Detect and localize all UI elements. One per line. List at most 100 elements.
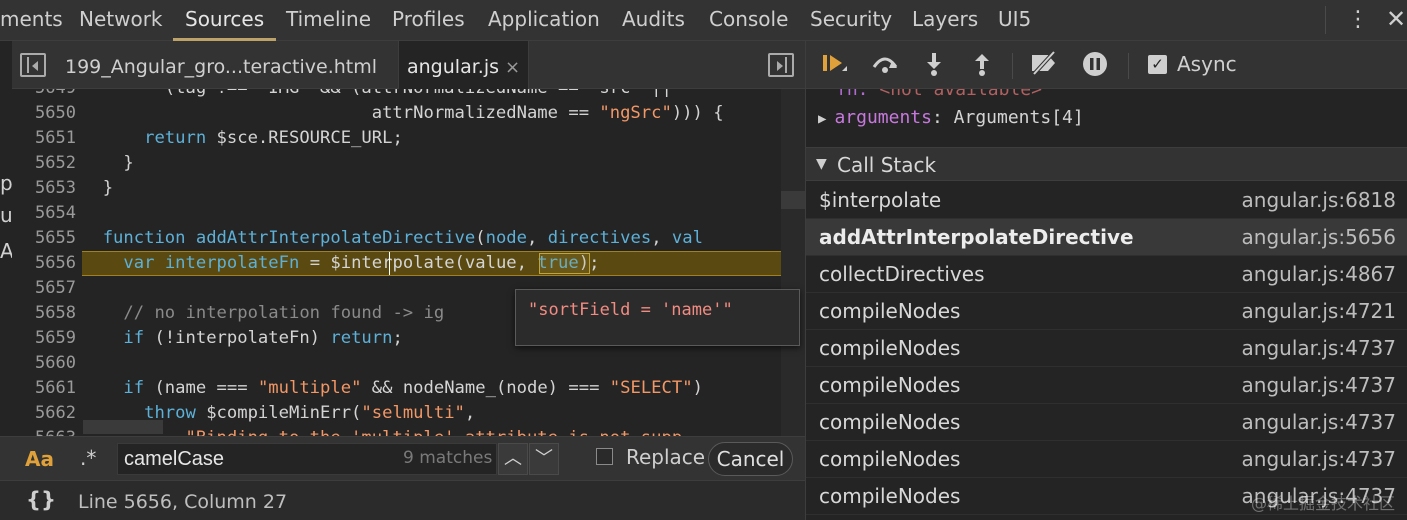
line-number[interactable]: 5653 <box>12 176 76 201</box>
line-number[interactable]: 5658 <box>12 301 76 326</box>
call-stack-header[interactable]: ▼ Call Stack <box>806 147 1407 181</box>
line-number[interactable]: 5659 <box>12 326 76 351</box>
code-token: ) <box>692 378 703 398</box>
horizontal-scrollbar-thumb[interactable] <box>83 420 163 434</box>
regex-toggle[interactable]: .* <box>80 446 96 470</box>
call-frame-location[interactable]: angular.js:4737 <box>1242 447 1396 471</box>
line-number[interactable]: 5661 <box>12 376 76 401</box>
toggle-debugger-icon[interactable] <box>768 53 794 77</box>
toolbar-divider <box>1325 6 1326 34</box>
close-tab-icon[interactable]: × <box>505 57 520 78</box>
close-devtools-icon[interactable]: ✕ <box>1386 4 1407 34</box>
file-tab-angular[interactable]: angular.js × <box>398 41 530 89</box>
line-number[interactable]: 5656 <box>12 251 76 276</box>
tab-security[interactable]: Security <box>810 0 892 41</box>
debugger-sidebar: ✓ Async fn: <not available> ▶ arguments: … <box>805 41 1407 520</box>
line-number[interactable]: 5651 <box>12 126 76 151</box>
tab-timeline[interactable]: Timeline <box>286 0 371 41</box>
line-number[interactable]: 5662 <box>12 401 76 426</box>
expand-arrow-icon[interactable]: ▶ <box>818 111 826 127</box>
tab-layers[interactable]: Layers <box>912 0 978 41</box>
call-frame-location[interactable]: angular.js:6818 <box>1242 188 1396 212</box>
collapse-arrow-icon[interactable]: ▼ <box>816 156 827 172</box>
tab-elements[interactable]: ments <box>0 0 63 41</box>
line-number[interactable]: 5655 <box>12 226 76 251</box>
text-cursor <box>389 252 390 275</box>
debugger-toolbar: ✓ Async <box>806 41 1407 89</box>
line-number[interactable]: 5663 <box>12 426 76 436</box>
call-frame[interactable]: compileNodes angular.js:4737 <box>806 404 1407 441</box>
call-frame[interactable]: compileNodes angular.js:4737 <box>806 441 1407 478</box>
call-frame-name: compileNodes <box>819 484 961 508</box>
replace-checkbox[interactable] <box>596 448 613 465</box>
call-frame[interactable]: $interpolate angular.js:6818 <box>806 182 1407 219</box>
async-checkbox[interactable]: ✓ <box>1148 55 1167 74</box>
line-number[interactable]: 5654 <box>12 201 76 226</box>
tab-application[interactable]: Application <box>488 0 600 41</box>
deactivate-breakpoints-icon[interactable] <box>1028 50 1058 79</box>
navigator-fragment: p <box>0 171 12 195</box>
vertical-scrollbar-thumb[interactable] <box>781 191 805 209</box>
call-frame[interactable]: compileNodes angular.js:4721 <box>806 293 1407 330</box>
vertical-scrollbar[interactable] <box>781 89 805 436</box>
line-number[interactable]: 5660 <box>12 351 76 376</box>
code-token: $sce.RESOURCE_URL; <box>206 128 403 148</box>
line-number[interactable]: 5650 <box>12 101 76 126</box>
code-token: "SELECT" <box>609 378 693 398</box>
line-number[interactable]: 5657 <box>12 276 76 301</box>
tab-ui5[interactable]: UI5 <box>998 0 1031 41</box>
tab-network[interactable]: Network <box>79 0 163 41</box>
code-token: return <box>330 328 393 348</box>
code-editor[interactable]: 5649565056515652565356545655565656575658… <box>12 89 805 436</box>
match-case-toggle[interactable]: Aa <box>25 447 54 471</box>
scope-key: fn: <box>836 89 869 100</box>
next-match-button[interactable]: ﹀ <box>529 443 559 475</box>
tab-profiles[interactable]: Profiles <box>392 0 465 41</box>
code-line: } <box>82 151 805 176</box>
cancel-search-button[interactable]: Cancel <box>708 442 793 476</box>
step-into-icon[interactable] <box>919 51 949 79</box>
call-frame-location[interactable]: angular.js:4737 <box>1242 336 1396 360</box>
code-line: if (name === "multiple" && nodeName_(nod… <box>82 376 805 401</box>
call-frame[interactable]: compileNodes angular.js:4737 <box>806 330 1407 367</box>
code-token: var <box>123 253 155 273</box>
tab-sources[interactable]: Sources <box>173 0 277 41</box>
resume-icon[interactable] <box>820 51 850 79</box>
more-options-icon[interactable]: ⋮ <box>1347 6 1369 34</box>
call-frame[interactable]: compileNodes angular.js:4737 <box>806 367 1407 404</box>
toggle-navigator-icon[interactable] <box>20 53 46 77</box>
code-token: , <box>464 403 476 423</box>
line-number[interactable]: 5649 <box>12 89 76 101</box>
call-frame[interactable]: collectDirectives angular.js:4867 <box>806 256 1407 293</box>
file-tab-html[interactable]: 199_Angular_gro...teractive.html <box>65 41 377 89</box>
call-frame-location[interactable]: angular.js:4721 <box>1242 299 1396 323</box>
code-line: } <box>82 176 805 201</box>
watermark: @稀土掘金技术社区 <box>1250 494 1395 513</box>
search-input[interactable] <box>124 446 394 472</box>
tab-console[interactable]: Console <box>709 0 788 41</box>
step-over-icon[interactable] <box>870 51 900 79</box>
line-number-gutter[interactable]: 5649565056515652565356545655565656575658… <box>12 89 82 436</box>
call-frame-location[interactable]: angular.js:4737 <box>1242 410 1396 434</box>
step-out-icon[interactable] <box>967 51 997 79</box>
code-token: { <box>702 103 724 123</box>
code-token: } <box>82 153 134 173</box>
line-number[interactable]: 5652 <box>12 151 76 176</box>
call-frame-location[interactable]: angular.js:5656 <box>1242 225 1396 249</box>
call-frame-location[interactable]: angular.js:4867 <box>1242 262 1396 286</box>
previous-match-button[interactable]: ︿ <box>498 443 528 475</box>
pretty-print-button[interactable]: {} <box>26 488 56 512</box>
call-frame-location[interactable]: angular.js:4737 <box>1242 373 1396 397</box>
scope-variables: fn: <not available> ▶ arguments: Argument… <box>806 89 1407 137</box>
tab-audits[interactable]: Audits <box>622 0 685 41</box>
scope-row-arguments[interactable]: ▶ arguments: Arguments[4] <box>818 107 1084 128</box>
call-stack-title: Call Stack <box>837 153 937 177</box>
pause-on-exceptions-icon[interactable] <box>1080 51 1110 79</box>
code-token: addAttrInterpolateDirective <box>195 228 476 248</box>
call-frame[interactable]: addAttrInterpolateDirective angular.js:56… <box>806 219 1407 256</box>
call-frame-name: addAttrInterpolateDirective <box>819 225 1134 249</box>
